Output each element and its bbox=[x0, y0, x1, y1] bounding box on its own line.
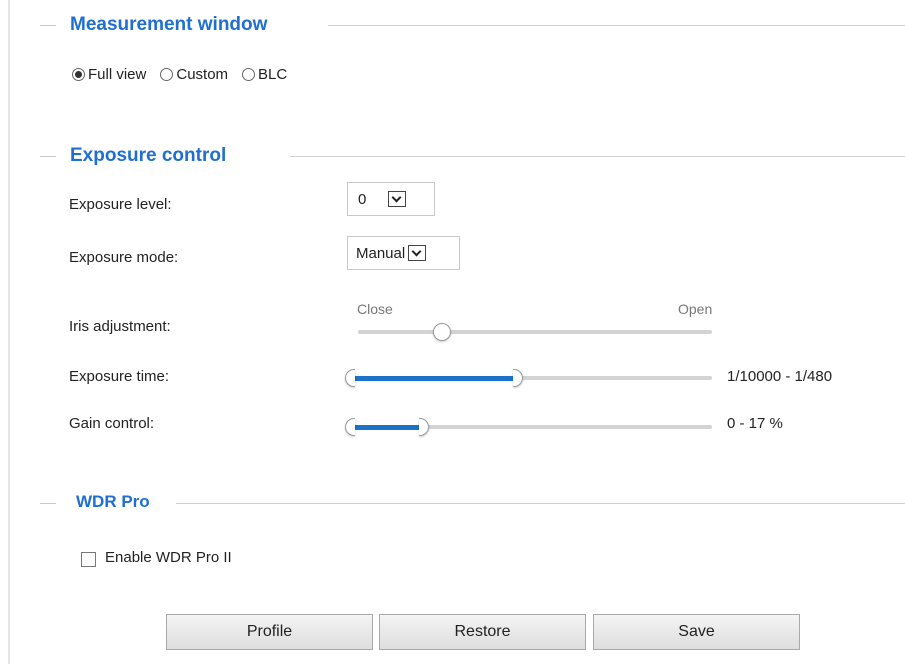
exposure-mode-select[interactable]: Manual bbox=[347, 236, 460, 270]
exposure-level-value: 0 bbox=[358, 190, 367, 208]
iris-slider-thumb[interactable] bbox=[433, 323, 451, 341]
iris-slider-track[interactable] bbox=[358, 330, 712, 334]
section-divider bbox=[328, 25, 905, 26]
exposure-time-min-handle[interactable] bbox=[345, 369, 355, 387]
gain-max-handle[interactable] bbox=[419, 418, 429, 436]
measurement-window-section: Measurement window bbox=[40, 10, 905, 40]
gain-control-value: 0 - 17 % bbox=[727, 415, 783, 432]
section-divider bbox=[176, 503, 905, 504]
enable-wdr-pro-label: Enable WDR Pro II bbox=[105, 549, 232, 566]
radio-full-view-label: Full view bbox=[88, 66, 147, 83]
section-dash bbox=[40, 156, 56, 157]
section-dash bbox=[40, 503, 56, 504]
enable-wdr-pro-checkbox[interactable] bbox=[81, 552, 96, 567]
gain-control-label: Gain control: bbox=[69, 415, 155, 432]
wdr-pro-section: WDR Pro bbox=[40, 488, 905, 518]
radio-checked-icon[interactable] bbox=[72, 68, 85, 81]
exposure-level-select[interactable]: 0 bbox=[347, 182, 435, 216]
chevron-down-icon[interactable] bbox=[408, 245, 427, 261]
chevron-down-icon[interactable] bbox=[388, 191, 407, 207]
exposure-time-value: 1/10000 - 1/480 bbox=[727, 368, 833, 385]
measurement-window-title: Measurement window bbox=[70, 14, 278, 36]
section-divider bbox=[290, 156, 905, 157]
exposure-time-slider-range bbox=[352, 376, 519, 381]
exposure-control-section: Exposure control bbox=[40, 141, 905, 171]
left-border bbox=[8, 0, 10, 664]
iris-open-label: Open bbox=[678, 301, 713, 317]
exposure-time-label: Exposure time: bbox=[69, 368, 170, 385]
radio-blc[interactable]: BLC bbox=[242, 66, 287, 83]
radio-custom-label: Custom bbox=[176, 66, 229, 83]
exposure-level-label: Exposure level: bbox=[69, 196, 172, 213]
iris-adjustment-label: Iris adjustment: bbox=[69, 318, 171, 335]
gain-min-handle[interactable] bbox=[345, 418, 355, 436]
radio-unchecked-icon[interactable] bbox=[242, 68, 256, 81]
measurement-window-options: Full view Custom BLC bbox=[72, 66, 301, 83]
radio-blc-label: BLC bbox=[258, 66, 288, 83]
restore-button[interactable]: Restore bbox=[379, 614, 586, 650]
wdr-pro-title: WDR Pro bbox=[76, 492, 160, 512]
exposure-mode-label: Exposure mode: bbox=[69, 249, 179, 266]
save-button[interactable]: Save bbox=[593, 614, 800, 650]
radio-unchecked-icon[interactable] bbox=[160, 68, 174, 81]
gain-slider-range bbox=[352, 425, 424, 430]
iris-close-label: Close bbox=[357, 301, 393, 317]
profile-button[interactable]: Profile bbox=[166, 614, 373, 650]
exposure-time-max-handle[interactable] bbox=[513, 369, 523, 387]
radio-full-view[interactable]: Full view bbox=[72, 66, 146, 83]
exposure-control-title: Exposure control bbox=[70, 145, 237, 167]
section-dash bbox=[40, 25, 56, 26]
exposure-mode-value: Manual bbox=[356, 244, 406, 262]
radio-custom[interactable]: Custom bbox=[160, 66, 228, 83]
